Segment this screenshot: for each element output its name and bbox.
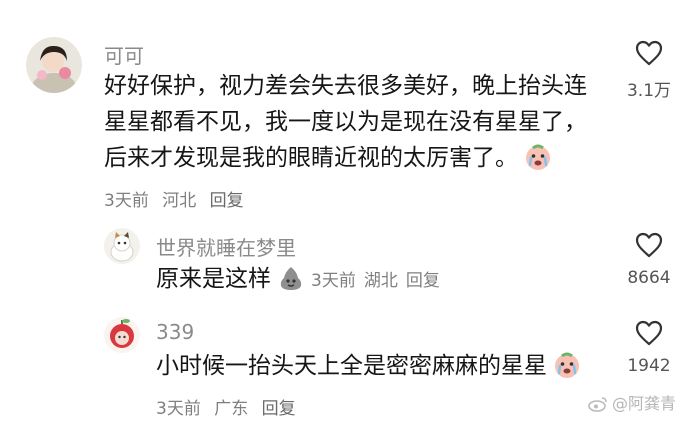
user-avatar[interactable] (26, 37, 82, 93)
comment-text-line: 好好保护，视力差会失去很多美好，晚上抬头连 (104, 73, 587, 99)
like-count: 8664 (627, 268, 671, 288)
reply-button[interactable]: 回复 (406, 271, 440, 291)
comment-username[interactable]: 世界就睡在梦里 (156, 232, 296, 261)
crying-peach-emoji-icon (524, 143, 552, 182)
heart-icon (635, 40, 663, 66)
watermark-text: @阿龚青 (611, 394, 676, 413)
user-avatar[interactable] (104, 317, 140, 353)
comment-text-line: 原来是这样 3天前 湖北 回复 (156, 261, 448, 303)
reply-button[interactable]: 回复 (210, 191, 244, 211)
gray-blob-emoji-icon (277, 264, 305, 303)
comment-text-line-content: 原来是这样 (156, 266, 271, 292)
crying-peach-emoji-icon (553, 351, 581, 390)
comment-text-line-content: 小时候一抬头天上全是密密麻麻的星星 (156, 353, 547, 379)
comment-meta: 3天前 河北 回复 (104, 186, 252, 211)
comment-username[interactable]: 可可 (104, 40, 144, 69)
like-button[interactable]: 8664 (614, 232, 684, 288)
comment-meta: 3天前 湖北 回复 (311, 271, 448, 291)
comment-location: 广东 (214, 399, 249, 419)
comment-time: 3天前 (311, 271, 356, 291)
like-button[interactable]: 3.1万 (614, 40, 684, 101)
comment-time: 3天前 (156, 399, 201, 419)
comment-text: 原来是这样 3天前 湖北 回复 (156, 261, 448, 303)
comment-meta: 3天前 广东 回复 (156, 394, 304, 419)
comment-location: 湖北 (363, 271, 398, 291)
heart-icon (635, 232, 663, 258)
like-count: 1942 (627, 356, 671, 376)
comment-username[interactable]: 339 (156, 320, 194, 344)
like-button[interactable]: 1942 (614, 320, 684, 376)
comment-text: 小时候一抬头天上全是密密麻麻的星星 (156, 348, 581, 390)
comment-location: 河北 (162, 191, 197, 211)
comment-text-line: 小时候一抬头天上全是密密麻麻的星星 (156, 348, 581, 390)
user-avatar[interactable] (104, 228, 140, 264)
comment-text-line: 后来才发现是我的眼睛近视的太厉害了。 (104, 140, 587, 182)
watermark: @阿龚青 (588, 390, 676, 416)
comment-text-line-content: 后来才发现是我的眼睛近视的太厉害了。 (104, 145, 518, 171)
heart-icon (635, 320, 663, 346)
like-count: 3.1万 (626, 81, 672, 101)
comment-text-line: 星星都看不见，我一度以为是现在没有星星了， (104, 109, 587, 135)
reply-button[interactable]: 回复 (262, 399, 296, 419)
comment-time: 3天前 (104, 191, 149, 211)
weibo-icon (588, 396, 608, 416)
comment-text: 好好保护，视力差会失去很多美好，晚上抬头连 星星都看不见，我一度以为是现在没有星… (104, 68, 587, 182)
